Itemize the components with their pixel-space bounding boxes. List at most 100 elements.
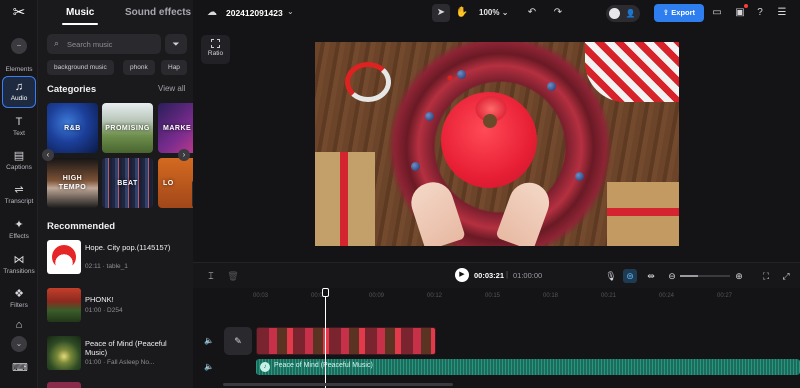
gift-box-left [315, 152, 375, 246]
category-promising[interactable]: PROMISING [102, 103, 153, 153]
tab-music[interactable]: Music [61, 7, 99, 25]
category-label: MARKE [163, 124, 192, 132]
rail-item-label: Captions [6, 164, 32, 171]
timeline-zoom-slider[interactable] [680, 275, 730, 277]
toggle-knob [609, 8, 620, 19]
zoom-in-icon[interactable]: ⊕ [732, 269, 746, 283]
categories-next-icon[interactable]: › [178, 149, 190, 161]
video-track-volume-icon[interactable]: 🔈 [202, 334, 216, 348]
ornament [411, 162, 420, 171]
timeline-ruler[interactable]: 00:03 00:06 00:09 00:12 00:15 00:18 00:21 00:24… [253, 291, 800, 301]
category-beat[interactable]: BEAT [102, 158, 153, 208]
rail-item-keyboard[interactable]: ⌨ [2, 358, 36, 378]
view-all-link[interactable]: View all [158, 84, 185, 93]
captions-icon: ▤ [13, 150, 25, 162]
hand-tool-icon[interactable]: ✋ [453, 4, 471, 22]
split-scene-icon[interactable]: ⇹ [644, 269, 658, 283]
category-label: HIGH TEMPO [58, 175, 87, 191]
music-note-icon: ♪ [260, 362, 270, 372]
video-preview[interactable] [315, 42, 679, 246]
elements-icon [12, 51, 26, 65]
rail-item-label: Elements [5, 66, 33, 73]
select-tool-icon[interactable]: ➤ [432, 4, 450, 22]
magnet-snap-icon[interactable]: ⊜ [623, 269, 637, 283]
track-meta: 01:00 · Fall Asleep No... [85, 359, 155, 366]
ruler-tick-label: 00:09 [369, 293, 385, 299]
track-thumbnail [47, 288, 81, 322]
export-button[interactable]: ⇪ Export [654, 4, 704, 22]
playhead[interactable] [322, 288, 329, 388]
zoom-slider-fill [680, 275, 698, 277]
keyboard-icon: ⌨ [12, 362, 28, 374]
workspace-toggle[interactable]: 👤 [606, 5, 640, 22]
play-button[interactable]: ▶ [455, 268, 469, 282]
category-lofi[interactable]: LO [158, 158, 193, 208]
track-thumbnail [47, 240, 81, 274]
chip-phonk[interactable]: phonk [123, 60, 155, 75]
chip-background-music[interactable]: background music [47, 60, 114, 75]
filter-button[interactable]: ⏷ [165, 34, 187, 54]
rail-item-label: Effects [9, 233, 29, 240]
search-input[interactable] [67, 37, 157, 51]
category-label: BEAT [117, 179, 138, 187]
menu-icon[interactable]: ☰ [775, 6, 789, 20]
rail-item-lock[interactable]: ⌂ [2, 318, 36, 332]
capcut-logo-icon[interactable]: ✂ [8, 5, 30, 21]
microphone-icon[interactable]: 🎙 [604, 269, 618, 283]
ornament [425, 112, 434, 121]
playhead-handle[interactable] [322, 288, 329, 297]
list-item[interactable]: Hope. City pop.(1145157) 02:11 · table_1 [47, 240, 192, 276]
help-icon[interactable]: ? [753, 6, 767, 20]
fullscreen-icon[interactable]: ⤢ [779, 269, 793, 283]
categories-prev-icon[interactable]: ‹ [42, 149, 54, 161]
track-meta: 01:00 · D254 [85, 307, 123, 314]
ruler-tick-label: 00:21 [601, 293, 617, 299]
notifications-icon[interactable]: ▣ [733, 6, 747, 20]
pencil-icon: ✎ [234, 336, 242, 346]
rail-item-filters[interactable]: ❖ Filters [2, 284, 36, 316]
chip-happy[interactable]: Hap [161, 60, 187, 75]
rail-item-captions[interactable]: ▤ Captions [2, 146, 36, 178]
category-rnb[interactable]: R&B [47, 103, 98, 153]
rail-item-transitions[interactable]: ⋈ Transitions [2, 250, 36, 282]
tab-sound-effects[interactable]: Sound effects [125, 7, 191, 18]
redo-icon[interactable]: ↷ [549, 4, 567, 22]
time-separator: | [506, 270, 509, 279]
audio-track-volume-icon[interactable]: 🔈 [202, 360, 216, 374]
split-icon[interactable]: ⌶ [204, 269, 218, 283]
track-thumbnail [47, 336, 81, 370]
chevron-down-icon[interactable]: ⌄ [287, 7, 294, 16]
rail-item-text[interactable]: T Text [2, 112, 36, 144]
zoom-level[interactable]: 100% ⌄ [479, 8, 508, 17]
expand-more-icon[interactable]: ⌄ [11, 336, 27, 352]
category-high-tempo[interactable]: HIGH TEMPO [47, 158, 98, 208]
list-item[interactable]: PHONK! 01:00 · D254 [47, 288, 192, 324]
category-marketing[interactable]: MARKE [158, 103, 193, 153]
zoom-out-icon[interactable]: ⊖ [665, 269, 679, 283]
striped-hat [585, 42, 679, 102]
search-icon: ⌕ [54, 38, 60, 48]
audio-clip[interactable]: ♪ Peace of Mind (Peaceful Music) [256, 359, 800, 375]
track-title: Hope. City pop.(1145157) [85, 243, 171, 252]
filters-icon: ❖ [14, 288, 24, 300]
present-icon[interactable]: ▭ [710, 6, 724, 20]
zoom-value: 100% [479, 8, 500, 17]
rail-item-effects[interactable]: ✦ Effects [2, 215, 36, 247]
cloud-icon[interactable]: ☁ [207, 7, 217, 18]
category-label: LO [163, 179, 174, 187]
project-name[interactable]: 202412091423 [226, 8, 283, 18]
ornament [457, 70, 466, 79]
rail-item-audio[interactable]: ♫ Audio [2, 76, 36, 108]
timeline-scrollbar[interactable] [223, 383, 453, 386]
rail-item-label: Audio [10, 95, 28, 102]
video-clip[interactable] [256, 327, 436, 355]
fit-icon[interactable]: ⛶ [759, 269, 773, 283]
list-item[interactable]: Peace of Mind (Peaceful Music) 01:00 · F… [47, 336, 192, 372]
rail-item-label: Transcript [4, 198, 34, 205]
rail-item-label: Text [13, 130, 25, 137]
rail-item-transcript[interactable]: ⇌ Transcript [2, 180, 36, 212]
edit-cover-button[interactable]: ✎ [224, 327, 252, 355]
ratio-button[interactable]: Ratio [201, 35, 230, 64]
ratio-icon [211, 39, 220, 48]
undo-icon[interactable]: ↶ [523, 4, 541, 22]
